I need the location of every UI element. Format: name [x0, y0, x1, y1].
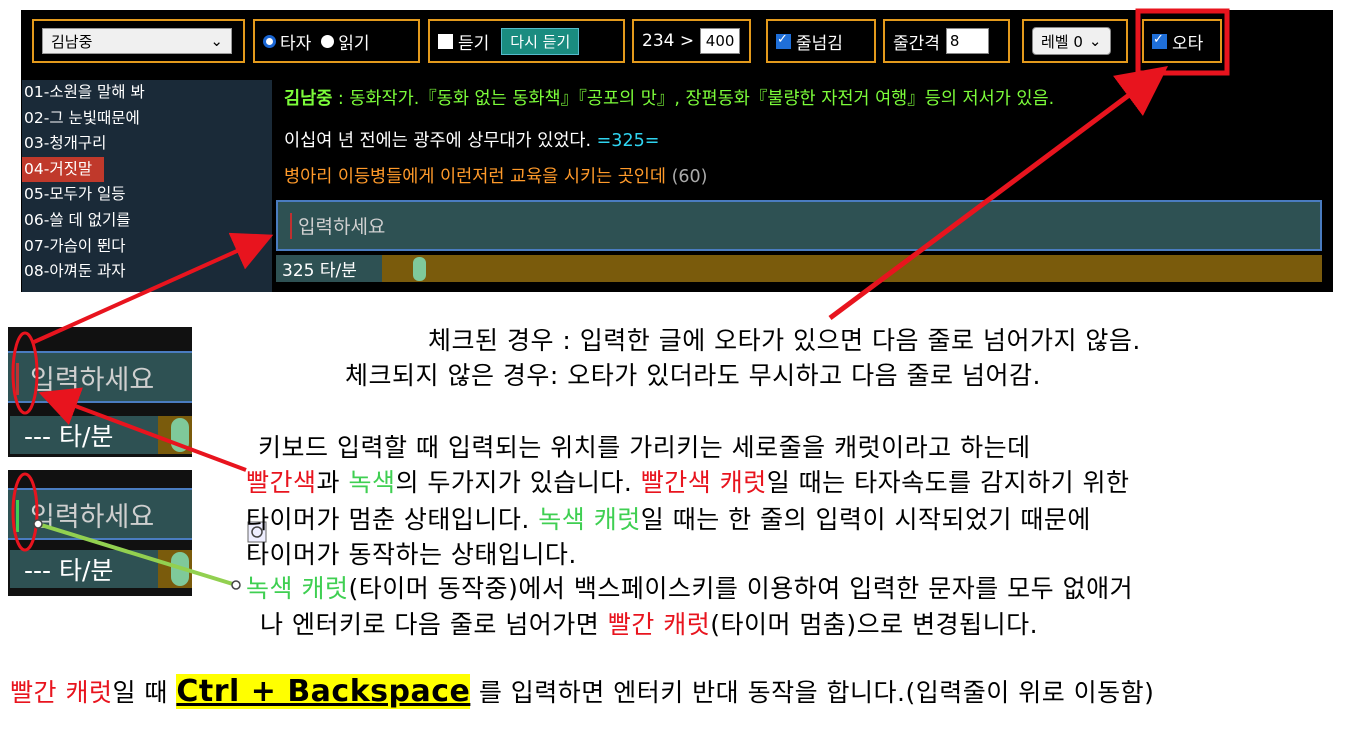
- text-plain: 일 때는 한 줄의 입력이 시작되었기 때문에: [640, 505, 1091, 534]
- note-backspace-line1: 녹색 캐럿(타이머 동작중)에서 백스페이스키를 이용하여 입력한 문자를 모두…: [246, 569, 1133, 605]
- text-plain: 과: [316, 468, 349, 497]
- text-plain: (타이머 동작중)에서 백스페이스키를 이용하여 입력한 문자를 모두 없애거: [348, 574, 1134, 603]
- note-backspace-line2: 나 엔터키로 다음 줄로 넘어가면 빨간 캐럿(타이머 멈춤)으로 변경됩니다.: [260, 605, 1038, 641]
- text-plain: 를 입력하면 엔터키 반대 동작을 합니다.(입력줄이 위로 이동함): [470, 678, 1155, 707]
- note-caret-line2: 빨간색과 녹색의 두가지가 있습니다. 빨간색 캐럿일 때는 타자속도를 감지하…: [246, 463, 1130, 499]
- text-plain: 타이머가 멈춘 상태입니다.: [246, 505, 539, 534]
- arrow-to-input: [33, 232, 274, 344]
- red-ellipse-2: [11, 472, 39, 552]
- text-plain: (타이머 멈춤)으로 변경됩니다.: [710, 610, 1039, 639]
- text-red: 빨간색: [246, 468, 317, 497]
- text-red: 빨간 캐럿: [10, 678, 113, 707]
- note-caret-line1: 키보드 입력할 때 입력되는 위치를 가리키는 세로줄을 캐럿이라고 하는데: [258, 433, 1031, 462]
- text-red: 빨간 캐럿: [607, 610, 711, 639]
- connector-dot: [231, 580, 241, 590]
- text-plain: 나 엔터키로 다음 줄로 넘어가면: [260, 610, 608, 639]
- note-caret-line3: 타이머가 멈춘 상태입니다. 녹색 캐럿일 때는 한 줄의 입력이 시작되었기 …: [246, 500, 1091, 536]
- note-checked: 체크된 경우 : 입력한 글에 오타가 있으면 다음 줄로 넘어가지 않음.: [428, 326, 1141, 355]
- connector-dot: [33, 519, 43, 529]
- arrow-to-typo: [828, 66, 1169, 321]
- text-plain: 일 때: [112, 678, 177, 707]
- text-red: 빨간색 캐럿: [640, 468, 767, 497]
- note-ctrl-backspace: 빨간 캐럿일 때 Ctrl + Backspace 를 입력하면 엔터키 반대 …: [10, 673, 1154, 709]
- note-unchecked: 체크되지 않은 경우: 오타가 있더라도 무시하고 다음 줄로 넘어감.: [345, 361, 1041, 390]
- highlight-box: [1135, 8, 1230, 76]
- red-ellipse-1: [11, 331, 39, 415]
- text-plain: 의 두가지가 있습니다.: [395, 468, 641, 497]
- text-green: 녹색 캐럿: [246, 574, 349, 603]
- arrow-to-red-caret: [38, 387, 247, 472]
- text-plain: 일 때는 타자속도를 감지하기 위한: [766, 468, 1130, 497]
- green-connector: [37, 522, 237, 587]
- text-green: 녹색 캐럿: [538, 505, 641, 534]
- text-green: 녹색: [348, 468, 396, 497]
- note-caret-line4: 타이머가 동작하는 상태입니다.: [246, 540, 577, 569]
- shortcut-highlight: Ctrl + Backspace: [176, 674, 471, 709]
